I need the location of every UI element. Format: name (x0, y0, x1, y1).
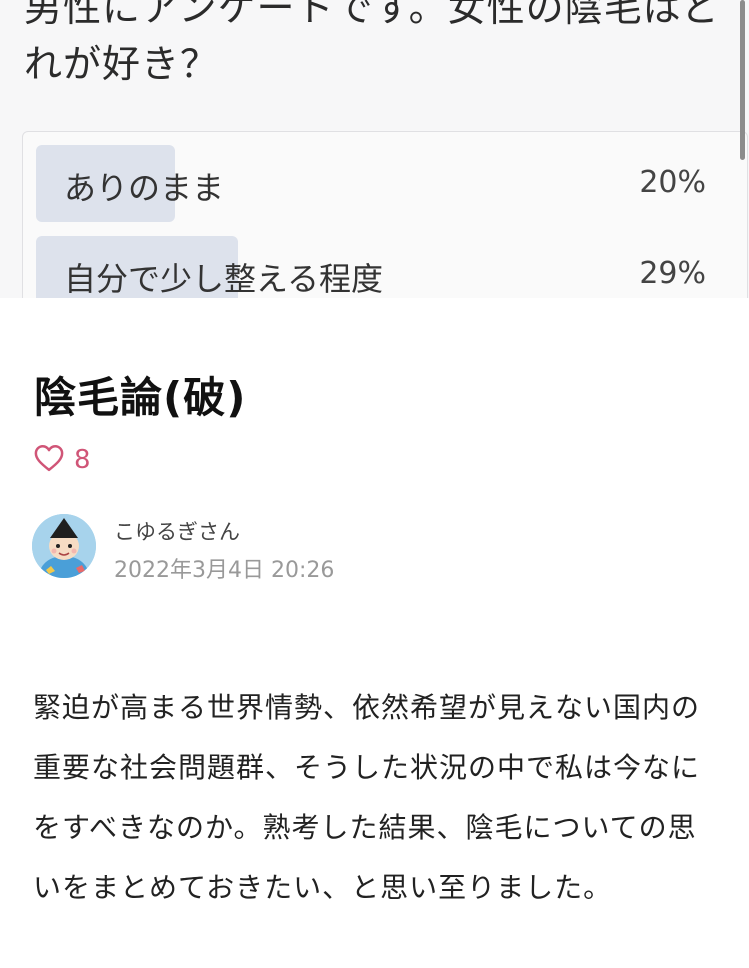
poll-question: 男性にアンケートです。女性の陰毛はどれが好き？ (24, 0, 721, 86)
article-body: 緊迫が高まる世界情勢、依然希望が見えない国内の重要な社会問題群、そうした状況の中… (33, 691, 701, 904)
scrollbar-thumb[interactable] (740, 0, 745, 160)
poll-option-1: ありのまま 20% (36, 145, 736, 222)
poll-option-percent: 29% (639, 256, 706, 291)
article-title: 陰毛論(破) (34, 373, 247, 422)
poll-option-label: 自分で少し整える程度 (64, 260, 384, 298)
like-row: 8 (34, 440, 91, 480)
poll-option-percent: 20% (639, 165, 706, 200)
poll-option-label: ありのまま (64, 169, 225, 207)
poll-box: ありのまま 20% 自分で少し整える程度 29% (22, 131, 748, 298)
like-count: 8 (74, 445, 91, 475)
avatar[interactable] (32, 514, 96, 578)
post-date: 2022年3月4日 20:26 (114, 558, 335, 583)
author-name[interactable]: こゆるぎさん (114, 516, 240, 546)
poll-screenshot: 男性にアンケートです。女性の陰毛はどれが好き？ ありのまま 20% 自分で少し整… (0, 0, 749, 298)
heart-icon[interactable] (34, 444, 64, 476)
poll-option-2: 自分で少し整える程度 29% (36, 236, 736, 298)
